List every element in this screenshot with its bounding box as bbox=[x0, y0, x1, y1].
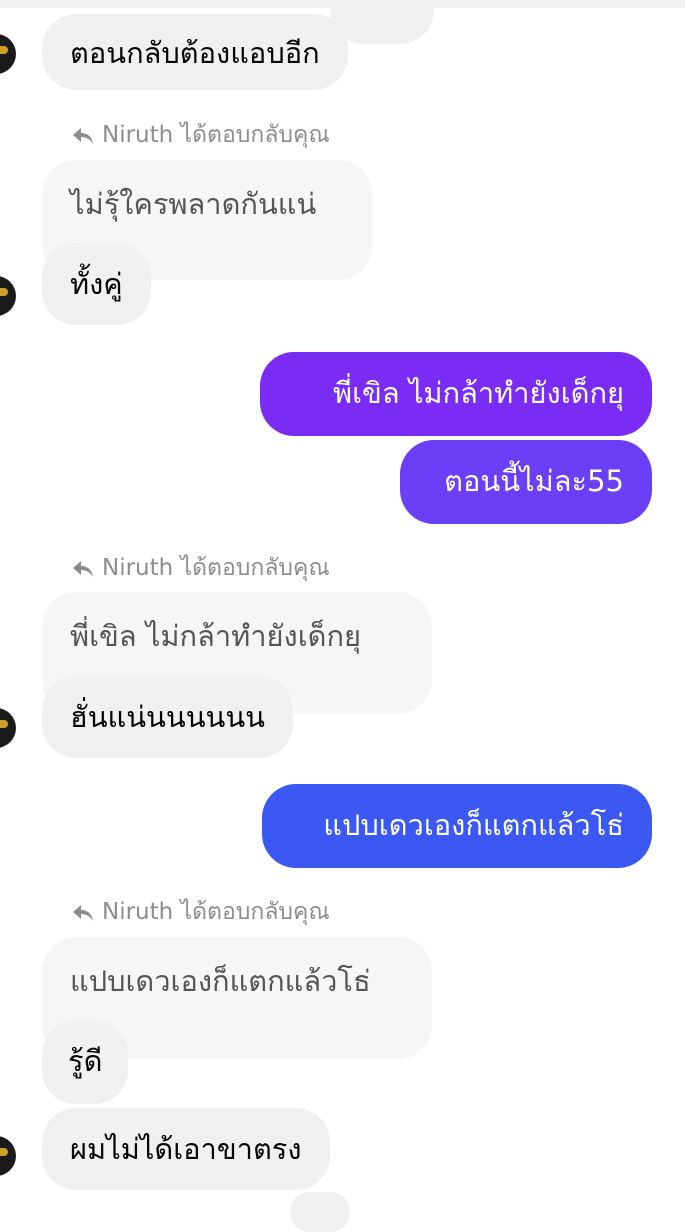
reply-arrow-icon bbox=[73, 904, 93, 921]
avatar[interactable] bbox=[0, 276, 16, 316]
reply-hint: Niruth ได้ตอบกลับคุณ bbox=[72, 120, 330, 150]
avatar[interactable] bbox=[0, 1136, 16, 1176]
reply-hint-text: Niruth ได้ตอบกลับคุณ bbox=[102, 555, 330, 581]
partial-message-bubble[interactable] bbox=[290, 1192, 350, 1232]
reply-hint: Niruth ได้ตอบกลับคุณ bbox=[72, 897, 330, 927]
quoted-text: ไม่รุ้ใครพลาดกันแน่ bbox=[70, 187, 317, 221]
message-text: แปบเดวเองก็แตกแล้วโธ่ bbox=[323, 808, 624, 842]
reply-hint: Niruth ได้ตอบกลับคุณ bbox=[72, 553, 330, 583]
avatar[interactable] bbox=[0, 34, 16, 74]
message-text: ทั้งคู่ bbox=[70, 267, 123, 301]
message-text: รู้ดี bbox=[68, 1044, 103, 1078]
message-text: ตอนกลับต้องแอบอีก bbox=[70, 36, 320, 70]
reply-arrow-icon bbox=[73, 127, 93, 144]
incoming-message[interactable]: ฮั่นแน่นนนนนน bbox=[42, 676, 293, 758]
outgoing-message[interactable]: ตอนนี้ไม่ละ55 bbox=[400, 440, 652, 524]
message-text: ตอนนี้ไม่ละ55 bbox=[444, 464, 624, 498]
incoming-message[interactable]: รู้ดี bbox=[42, 1020, 129, 1104]
avatar[interactable] bbox=[0, 708, 16, 748]
quoted-text: พี่เขิล ไม่กล้าทำยังเด็กยุ bbox=[70, 619, 362, 653]
message-text: ผมไม่ได้เอาขาตรง bbox=[70, 1132, 302, 1166]
incoming-message[interactable]: ทั้งคู่ bbox=[42, 243, 151, 325]
message-text: ฮั่นแน่นนนนนน bbox=[70, 700, 265, 734]
message-text: พี่เขิล ไม่กล้าทำยังเด็กยุ bbox=[332, 376, 624, 410]
incoming-message[interactable]: ผมไม่ได้เอาขาตรง bbox=[42, 1108, 330, 1190]
reply-hint-text: Niruth ได้ตอบกลับคุณ bbox=[102, 122, 330, 148]
quoted-text: แปบเดวเองก็แตกแล้วโธ่ bbox=[70, 964, 371, 998]
reply-arrow-icon bbox=[73, 560, 93, 577]
outgoing-message[interactable]: พี่เขิล ไม่กล้าทำยังเด็กยุ bbox=[260, 352, 652, 436]
incoming-message[interactable]: ตอนกลับต้องแอบอีก bbox=[42, 14, 348, 90]
reply-hint-text: Niruth ได้ตอบกลับคุณ bbox=[102, 899, 330, 925]
outgoing-message[interactable]: แปบเดวเองก็แตกแล้วโธ่ bbox=[262, 784, 652, 868]
